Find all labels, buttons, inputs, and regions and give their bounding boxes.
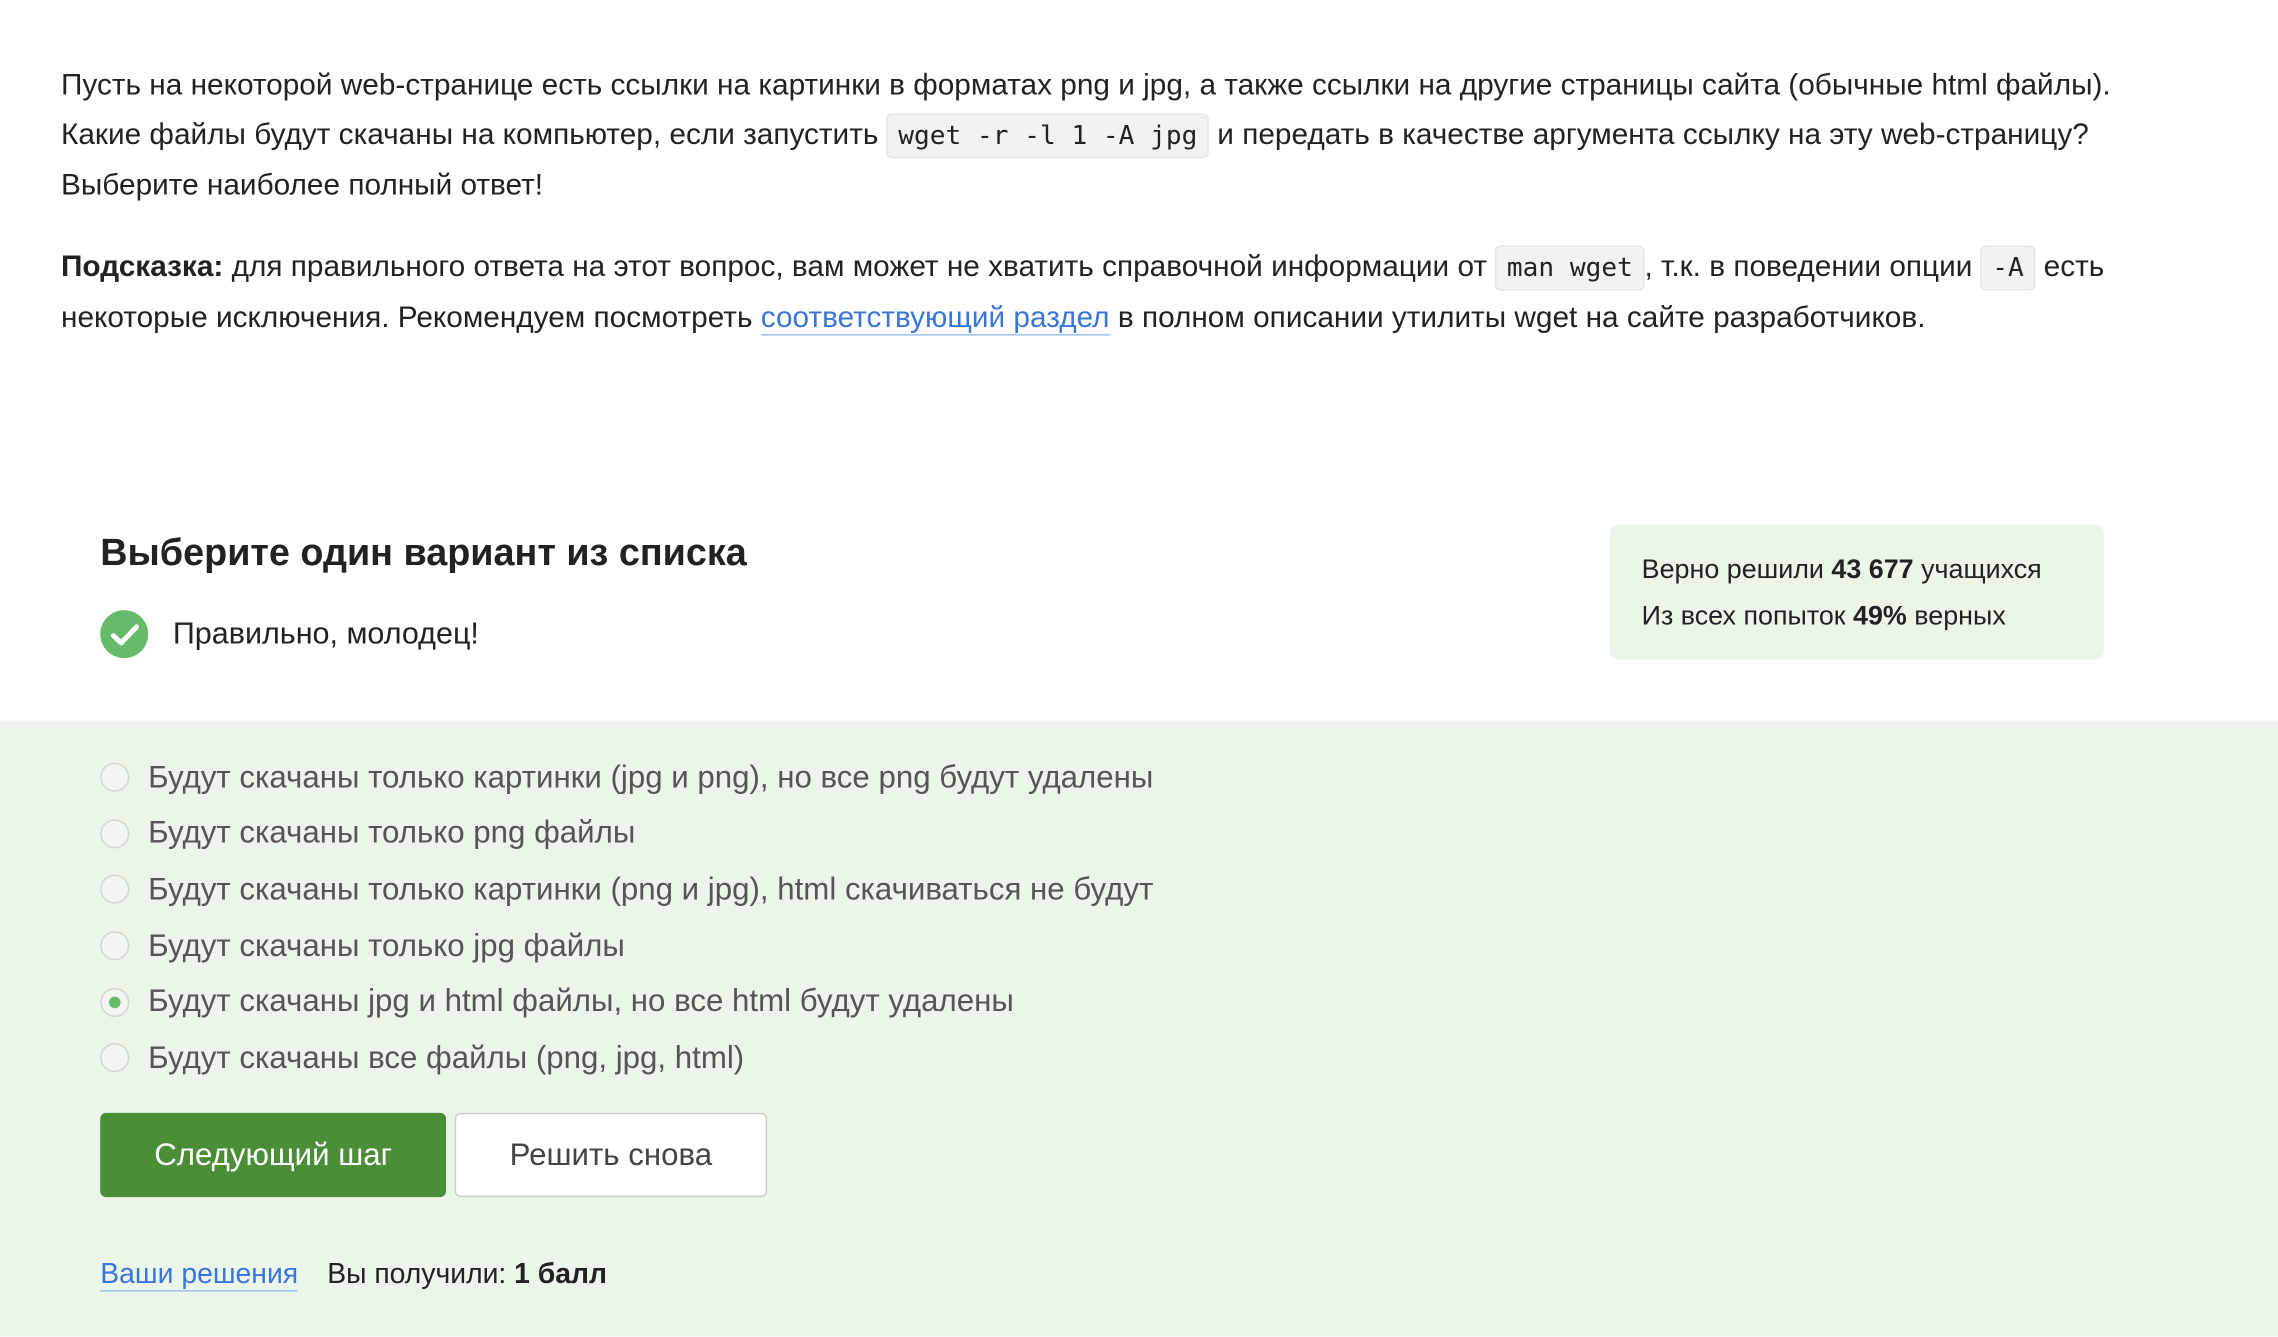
option-label: Будут скачаны только png файлы — [148, 815, 636, 851]
footer-row: Ваши решения Вы получили: 1 балл — [100, 1258, 608, 1292]
option-label: Будут скачаны только картинки (jpg и png… — [148, 759, 1154, 795]
option-label: Будут скачаны jpg и html файлы, но все h… — [148, 983, 1014, 1019]
option-label: Будут скачаны только jpg файлы — [148, 927, 625, 963]
stat-text: учащихся — [1913, 553, 2042, 585]
option-label: Будут скачаны все файлы (png, jpg, html) — [148, 1039, 745, 1075]
retry-button[interactable]: Решить снова — [454, 1112, 768, 1198]
question-paragraph: Пусть на некоторой web-странице есть ссы… — [61, 61, 2124, 211]
solved-stat: Верно решили 43 677 учащихся — [1642, 546, 2072, 592]
solved-count: 43 677 — [1831, 553, 1914, 585]
option-item-selected[interactable]: Будут скачаны jpg и html файлы, но все h… — [100, 974, 1153, 1030]
stats-box: Верно решили 43 677 учащихся Из всех поп… — [1609, 524, 2104, 660]
radio-icon[interactable] — [100, 1043, 130, 1073]
next-step-button[interactable]: Следующий шаг — [100, 1112, 447, 1198]
radio-icon[interactable] — [100, 875, 130, 905]
option-item[interactable]: Будут скачаны все файлы (png, jpg, html) — [100, 1030, 1153, 1086]
attempts-percent: 49% — [1853, 600, 1907, 631]
option-item[interactable]: Будут скачаны только картинки (png и jpg… — [100, 862, 1153, 918]
your-solutions-link[interactable]: Ваши решения — [100, 1258, 299, 1292]
radio-icon[interactable] — [100, 987, 130, 1017]
score-label: Вы получили: — [327, 1258, 515, 1291]
checkmark-icon — [110, 623, 139, 645]
feedback-text: Правильно, молодец! — [172, 616, 479, 651]
hint-label: Подсказка: — [61, 249, 224, 284]
score-value: 1 балл — [514, 1258, 608, 1291]
option-item[interactable]: Будут скачаны только jpg файлы — [100, 918, 1153, 974]
command-code: wget -r -l 1 -A jpg — [886, 113, 1210, 159]
hint-text-part: в полном описании утилиты wget на сайте … — [1109, 300, 1926, 335]
docs-section-link[interactable]: соответствующий раздел — [760, 300, 1110, 336]
option-item[interactable]: Будут скачаны только png файлы — [100, 806, 1153, 862]
stat-text: Верно решили — [1641, 553, 1832, 585]
question-text: Пусть на некоторой web-странице есть ссы… — [61, 61, 2124, 375]
radio-icon[interactable] — [100, 763, 130, 793]
stat-text: верных — [1906, 600, 2006, 631]
option-item[interactable]: Будут скачаны только картинки (jpg и png… — [100, 750, 1153, 806]
quiz-title: Выберите один вариант из списка — [100, 530, 747, 574]
attempts-stat: Из всех попыток 49% верных — [1642, 593, 2072, 639]
feedback-row: Правильно, молодец! — [100, 610, 479, 659]
option-a-code: -A — [1980, 245, 2036, 291]
option-label: Будут скачаны только картинки (png и jpg… — [148, 871, 1154, 907]
hint-text-part: для правильного ответа на этот вопрос, в… — [223, 249, 1496, 284]
check-circle-icon — [100, 610, 149, 659]
answer-area: Будут скачаны только картинки (jpg и png… — [0, 720, 2278, 1337]
options-list: Будут скачаны только картинки (jpg и png… — [100, 750, 1153, 1086]
hint-paragraph: Подсказка: для правильного ответа на это… — [61, 243, 2124, 343]
radio-icon[interactable] — [100, 931, 130, 961]
stat-text: Из всех попыток — [1641, 600, 1854, 631]
hint-text-part: , т.к. в поведении опции — [1644, 249, 1981, 284]
radio-icon[interactable] — [100, 819, 130, 849]
man-wget-code: man wget — [1495, 245, 1645, 291]
